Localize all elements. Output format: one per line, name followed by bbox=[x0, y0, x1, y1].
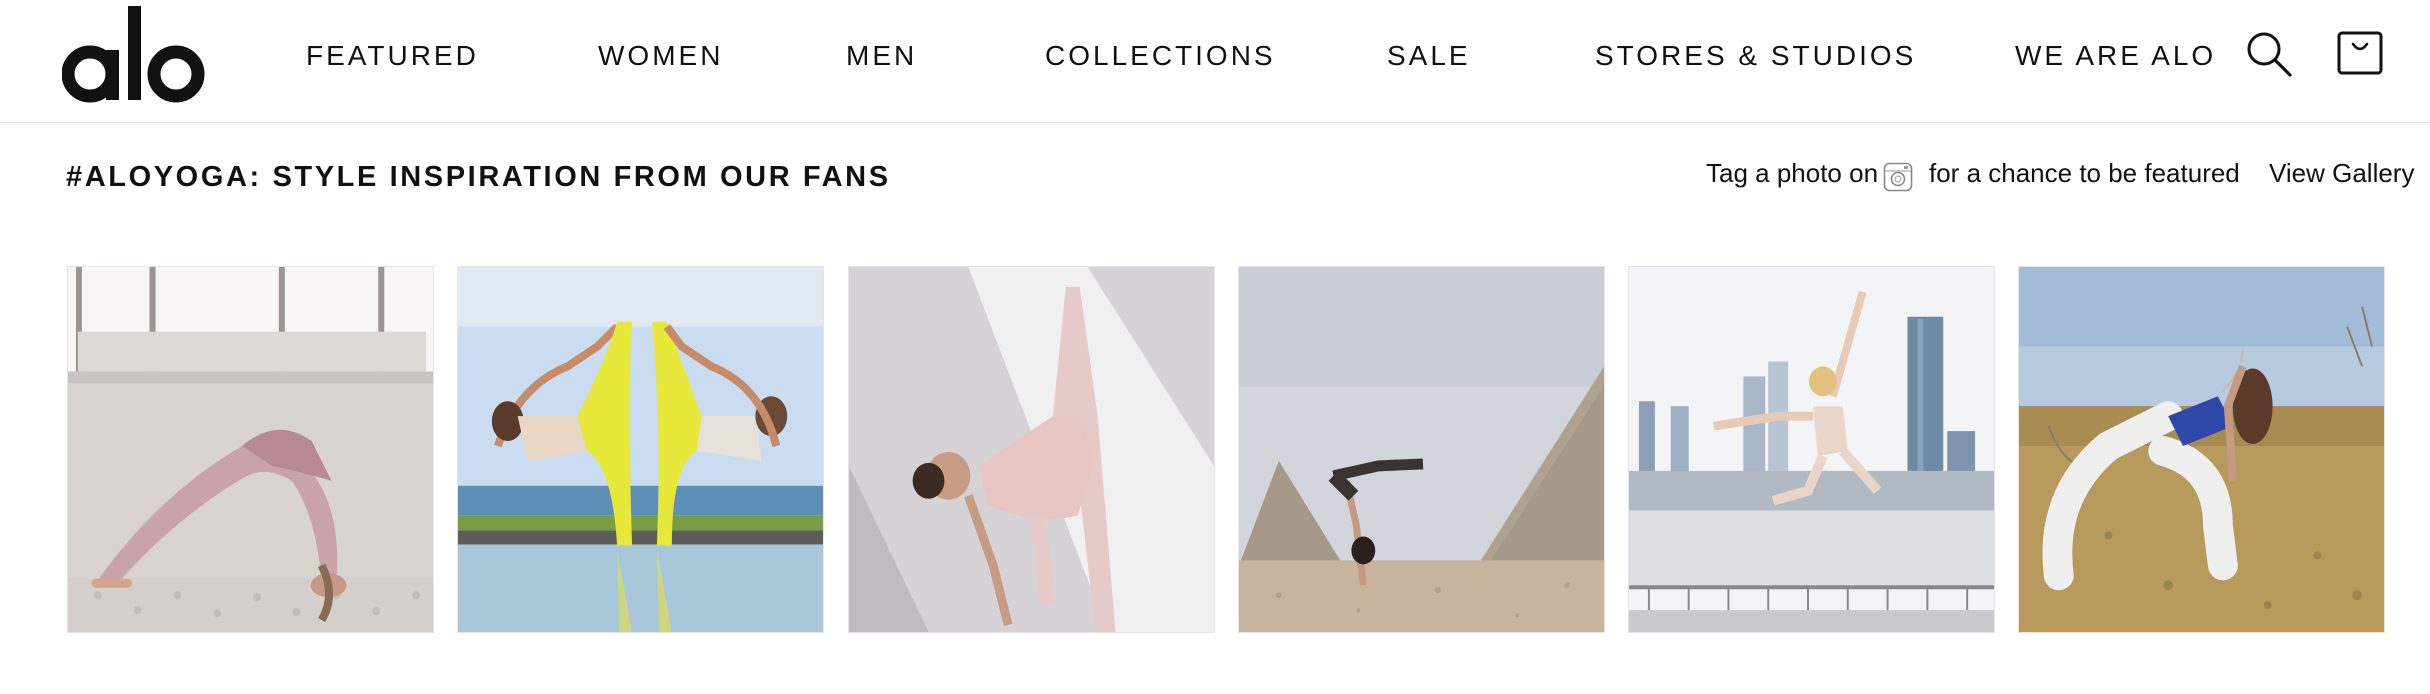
nav-item-stores-studios[interactable]: STORES & STUDIOS bbox=[1595, 40, 1916, 72]
gallery-photo-city-leap[interactable] bbox=[1628, 266, 1995, 633]
nav-item-featured[interactable]: FEATURED bbox=[306, 40, 479, 72]
view-gallery-link[interactable]: View Gallery bbox=[2269, 158, 2414, 189]
shopping-bag-icon[interactable] bbox=[2336, 30, 2384, 76]
gallery-photo-field-backbend[interactable] bbox=[2018, 266, 2385, 633]
nav-item-men[interactable]: MEN bbox=[846, 40, 917, 72]
nav-item-we-are-alo[interactable]: WE ARE ALO bbox=[2015, 40, 2216, 72]
search-icon[interactable] bbox=[2245, 30, 2293, 78]
gallery-photo-yellow-leggings[interactable] bbox=[457, 266, 824, 633]
main-nav: FEATURED WOMEN MEN COLLECTIONS SALE STOR… bbox=[0, 0, 2430, 118]
gallery-photo-pyramids[interactable] bbox=[1238, 266, 1605, 633]
gallery-photo-standing-split[interactable] bbox=[848, 266, 1215, 633]
tag-suffix-text: for a chance to be featured bbox=[1929, 158, 2240, 188]
gallery-photo-wheel-pose[interactable] bbox=[67, 266, 434, 633]
instagram-icon[interactable] bbox=[1883, 162, 1913, 192]
nav-item-collections[interactable]: COLLECTIONS bbox=[1045, 40, 1276, 72]
site-header: FEATURED WOMEN MEN COLLECTIONS SALE STOR… bbox=[0, 0, 2430, 123]
nav-item-women[interactable]: WOMEN bbox=[598, 40, 723, 72]
nav-item-sale[interactable]: SALE bbox=[1387, 40, 1471, 72]
gallery-title: #ALOYOGA: STYLE INSPIRATION FROM OUR FAN… bbox=[66, 161, 891, 193]
tag-prefix-text: Tag a photo on bbox=[1706, 158, 1879, 188]
